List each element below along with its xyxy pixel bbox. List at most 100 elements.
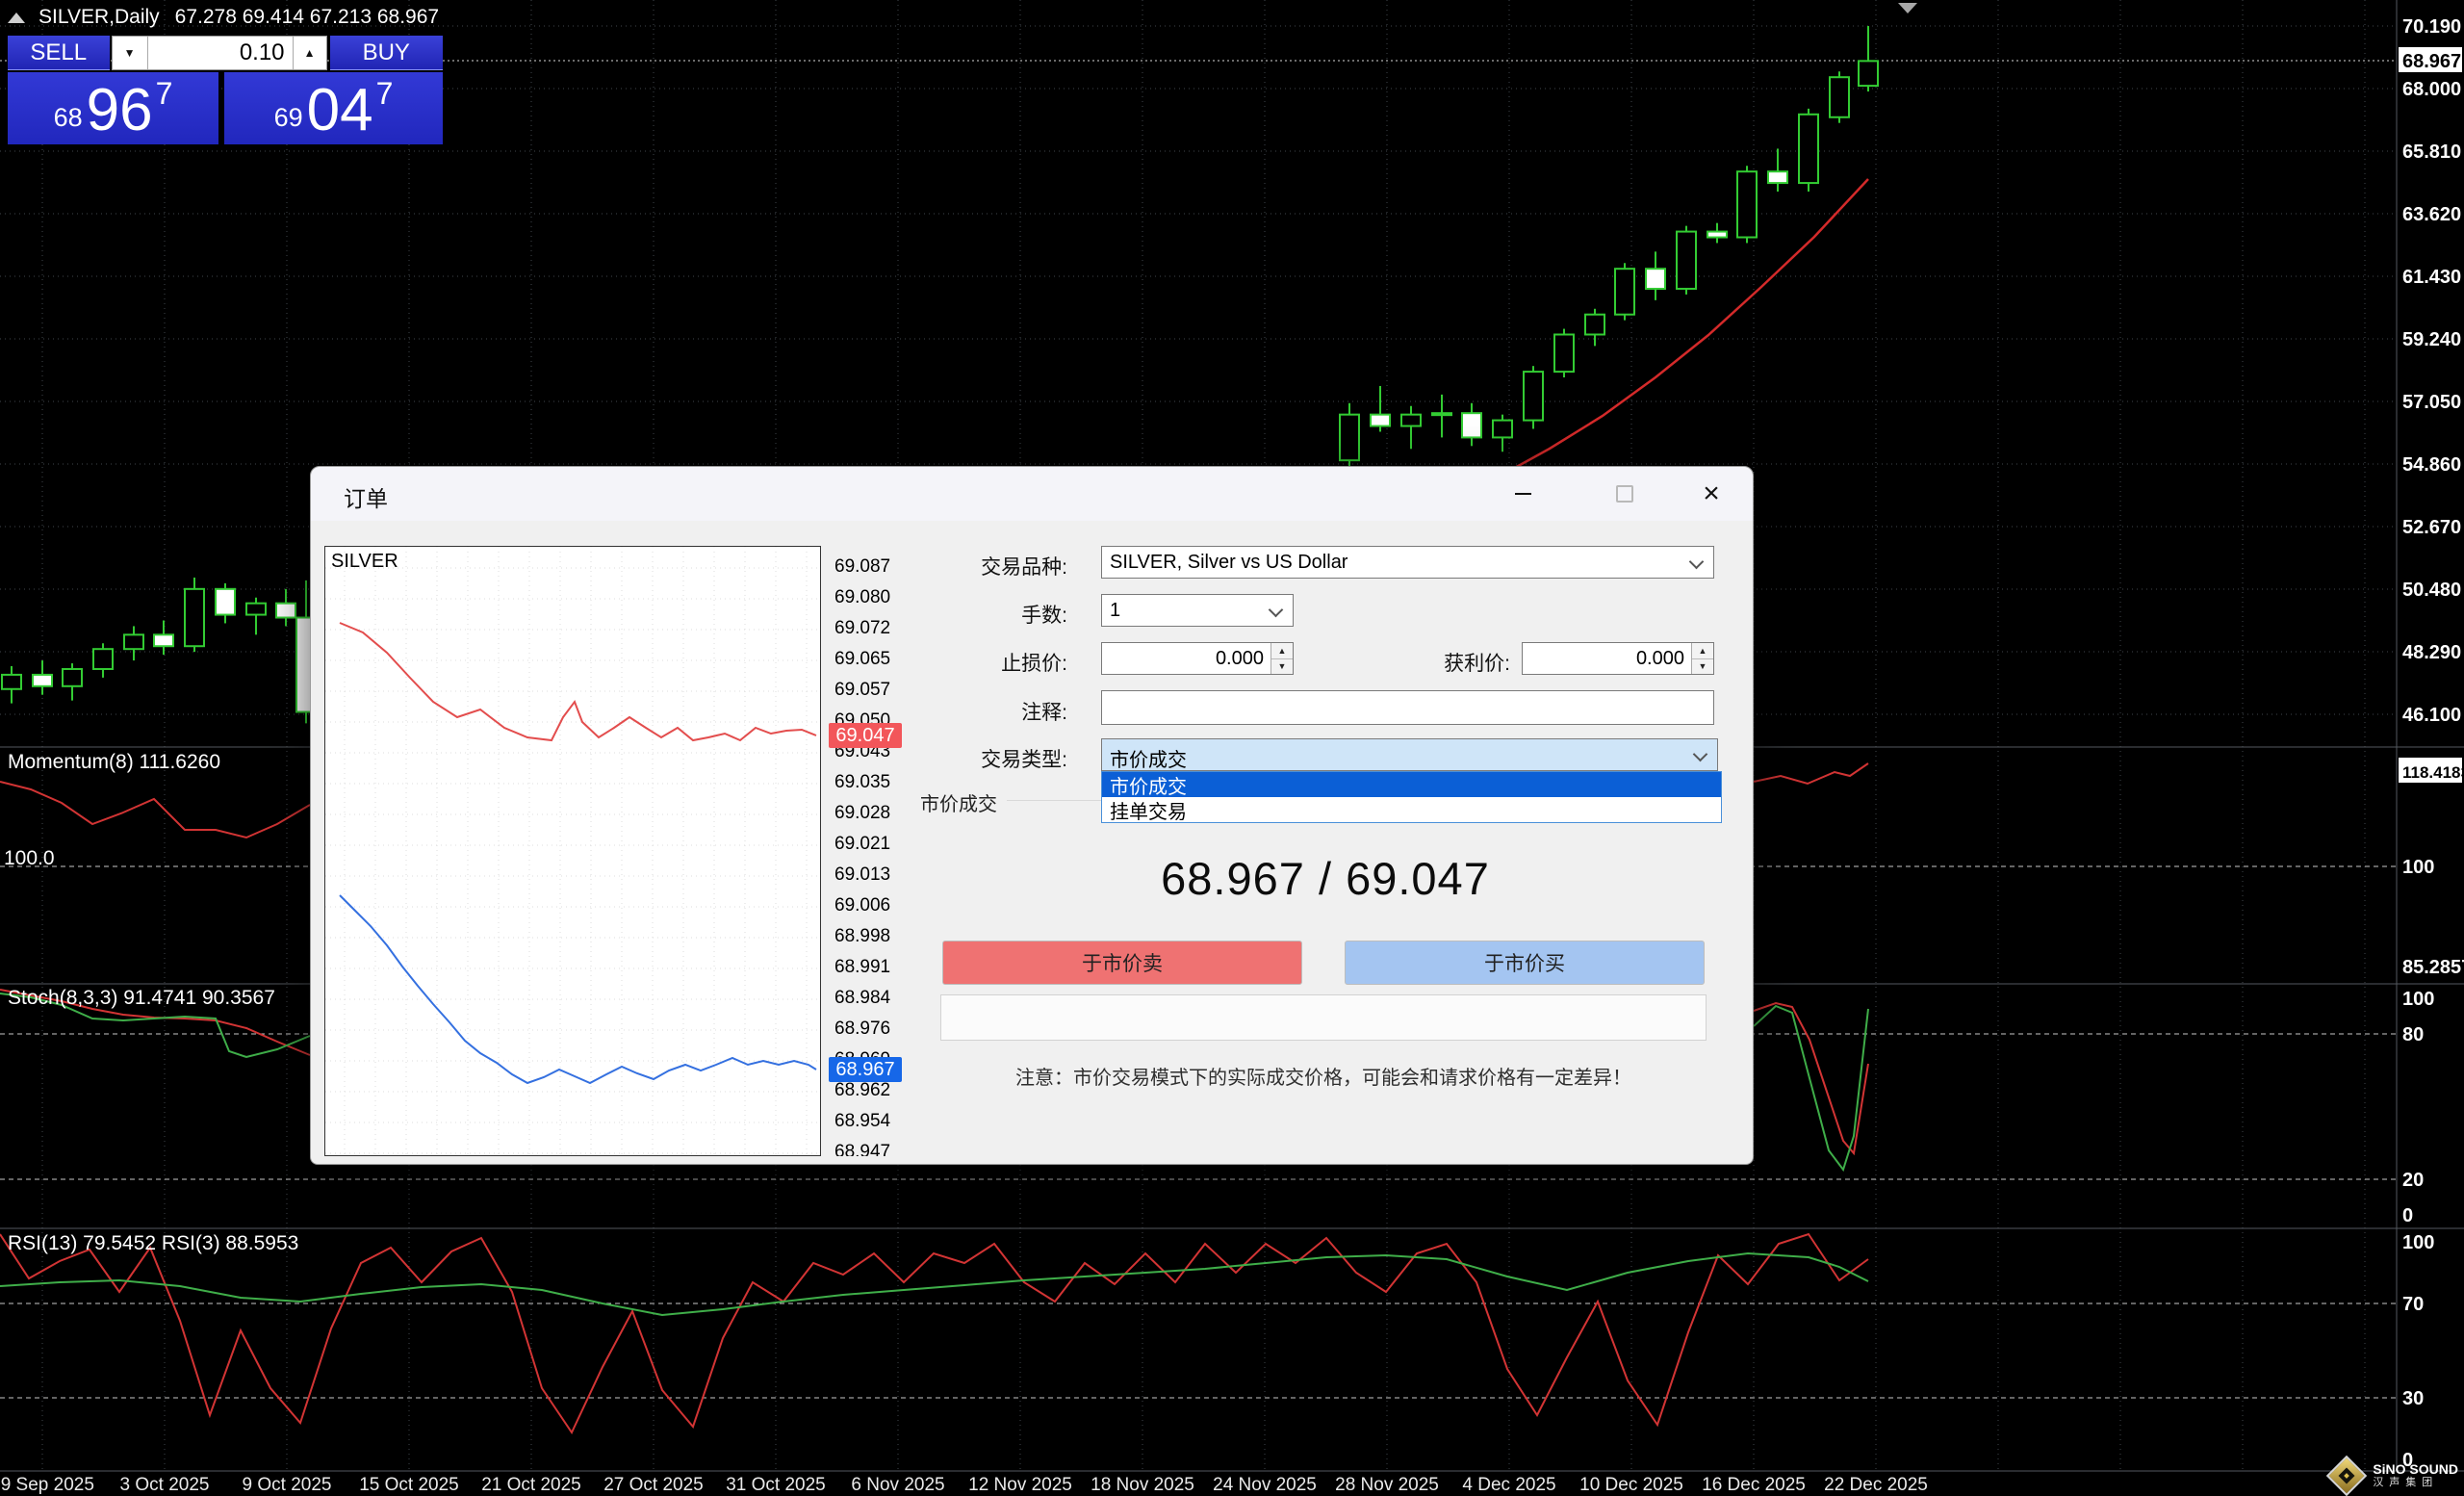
broker-logo: SiNO SOUND 汉声集团 — [2332, 1461, 2458, 1490]
svg-text:100: 100 — [2402, 857, 2434, 878]
sell-price-point: 7 — [156, 76, 173, 112]
lots-combo[interactable]: 1 — [1101, 594, 1294, 627]
candle — [33, 675, 52, 686]
svg-text:4 Dec 2025: 4 Dec 2025 — [1462, 1475, 1555, 1495]
volume-dropdown-icon[interactable]: ▼ — [113, 37, 148, 69]
svg-text:0: 0 — [2402, 1205, 2413, 1226]
candle — [1859, 61, 1878, 86]
svg-text:46.100: 46.100 — [2402, 705, 2461, 726]
candle — [1585, 315, 1604, 335]
chart-shift-marker[interactable] — [1898, 3, 1917, 13]
one-click-trading-panel: SELL ▼ 0.10 ▲ BUY 68 96 7 69 04 7 — [8, 36, 443, 144]
svg-text:30: 30 — [2402, 1388, 2424, 1409]
candle — [185, 589, 204, 646]
candle — [1615, 269, 1634, 315]
stop-loss-value: 0.000 — [1216, 648, 1264, 670]
spin-down-icon[interactable]: ▼ — [1692, 659, 1713, 675]
chevron-down-icon — [1693, 747, 1708, 762]
svg-text:100.0: 100.0 — [4, 847, 55, 869]
svg-text:10 Dec 2025: 10 Dec 2025 — [1579, 1475, 1683, 1495]
candle — [93, 649, 113, 669]
dropdown-item-market[interactable]: 市价成交 — [1102, 772, 1721, 797]
candle — [1768, 171, 1787, 183]
buy-at-market-button[interactable]: 于市价买 — [1345, 941, 1705, 985]
candle — [1646, 269, 1665, 289]
svg-text:48.290: 48.290 — [2402, 642, 2461, 663]
take-profit-spinner[interactable]: ▲▼ — [1691, 643, 1713, 674]
candle — [216, 589, 235, 615]
svg-text:118.4183: 118.4183 — [2402, 763, 2464, 782]
dropdown-item-pending[interactable]: 挂单交易 — [1102, 797, 1721, 822]
svg-text:65.810: 65.810 — [2402, 142, 2461, 163]
candle — [276, 604, 295, 618]
svg-text:59.240: 59.240 — [2402, 329, 2461, 350]
stop-loss-input[interactable]: 0.000 ▲▼ — [1101, 642, 1294, 675]
sl-label: 止损价: — [923, 648, 1067, 677]
minimize-button[interactable] — [1493, 467, 1553, 521]
candle — [1737, 171, 1757, 237]
buy-price-point: 7 — [376, 76, 394, 112]
volume-value[interactable]: 0.10 — [148, 37, 293, 69]
chart-marker-icon — [8, 13, 25, 23]
dialog-note: 注意：市价交易模式下的实际成交价格，可能会和请求价格有一定差异！ — [921, 1062, 1726, 1090]
candle — [1340, 415, 1359, 461]
buy-price-base: 69 — [274, 103, 303, 133]
date-axis: 29 Sep 20253 Oct 20259 Oct 202515 Oct 20… — [0, 1475, 1928, 1495]
volume-up-icon[interactable]: ▲ — [293, 37, 326, 69]
stop-loss-spinner[interactable]: ▲▼ — [1270, 643, 1293, 674]
logo-line2: 汉声集团 — [2373, 1477, 2458, 1489]
chart-ohlc-values: 67.278 69.414 67.213 68.967 — [175, 6, 439, 29]
svg-text:85.2857: 85.2857 — [2402, 957, 2464, 978]
sell-button[interactable]: SELL — [8, 36, 110, 70]
tick-price-label: 68.984 — [834, 988, 890, 1009]
svg-text:21 Oct 2025: 21 Oct 2025 — [481, 1475, 581, 1495]
svg-text:61.430: 61.430 — [2402, 267, 2461, 288]
svg-text:100: 100 — [2402, 1232, 2434, 1253]
candle — [124, 634, 143, 649]
symbol-label: 交易品种: — [923, 552, 1067, 580]
svg-text:31 Oct 2025: 31 Oct 2025 — [726, 1475, 826, 1495]
svg-text:68.967: 68.967 — [2402, 51, 2461, 72]
svg-text:6 Nov 2025: 6 Nov 2025 — [851, 1475, 944, 1495]
svg-text:68.000: 68.000 — [2402, 79, 2461, 100]
candle — [63, 669, 82, 686]
svg-text:Stoch(8,3,3) 91.4741 90.3567: Stoch(8,3,3) 91.4741 90.3567 — [8, 987, 275, 1009]
spin-down-icon[interactable]: ▼ — [1271, 659, 1293, 675]
maximize-button[interactable] — [1595, 467, 1655, 521]
sell-price[interactable]: 68 96 7 — [8, 72, 218, 144]
svg-text:16 Dec 2025: 16 Dec 2025 — [1702, 1475, 1806, 1495]
buy-button[interactable]: BUY — [330, 36, 443, 70]
sell-at-market-button[interactable]: 于市价卖 — [942, 941, 1302, 985]
tick-price-label: 68.976 — [834, 1019, 890, 1040]
candle — [1554, 334, 1574, 372]
symbol-combo[interactable]: SILVER, Silver vs US Dollar — [1101, 546, 1714, 579]
comment-input[interactable] — [1101, 690, 1714, 725]
take-profit-value: 0.000 — [1636, 648, 1684, 670]
spin-up-icon[interactable]: ▲ — [1692, 643, 1713, 659]
logo-line1: SiNO SOUND — [2373, 1462, 2458, 1477]
tick-chart-price-scale: 69.08769.08069.07269.06569.05769.05069.0… — [829, 546, 917, 1156]
svg-text:50.480: 50.480 — [2402, 580, 2461, 601]
spin-up-icon[interactable]: ▲ — [1271, 643, 1293, 659]
svg-text:29 Sep 2025: 29 Sep 2025 — [0, 1475, 94, 1495]
take-profit-input[interactable]: 0.000 ▲▼ — [1522, 642, 1714, 675]
candle — [1371, 415, 1390, 426]
order-type-combo[interactable]: 市价成交 — [1101, 738, 1718, 771]
bid-price-badge: 68.967 — [829, 1057, 902, 1082]
buy-price[interactable]: 69 04 7 — [224, 72, 443, 144]
order-type-value: 市价成交 — [1110, 744, 1187, 772]
tick-price-label: 68.991 — [834, 957, 890, 978]
bid-ask-price: 68.967 / 69.047 — [940, 852, 1710, 905]
dialog-titlebar[interactable]: 订单 × — [311, 467, 1753, 521]
svg-text:52.670: 52.670 — [2402, 517, 2461, 538]
volume-stepper[interactable]: ▼ 0.10 ▲ — [112, 36, 327, 70]
sell-price-pips: 96 — [87, 83, 153, 139]
candle — [1799, 115, 1818, 183]
minimize-icon — [1515, 493, 1531, 495]
tick-price-label: 69.080 — [834, 587, 890, 608]
tp-label: 获利价: — [1366, 648, 1510, 677]
svg-text:24 Nov 2025: 24 Nov 2025 — [1213, 1475, 1317, 1495]
tick-price-label: 68.947 — [834, 1142, 890, 1156]
close-button[interactable]: × — [1681, 467, 1741, 521]
sell-price-base: 68 — [54, 103, 83, 133]
